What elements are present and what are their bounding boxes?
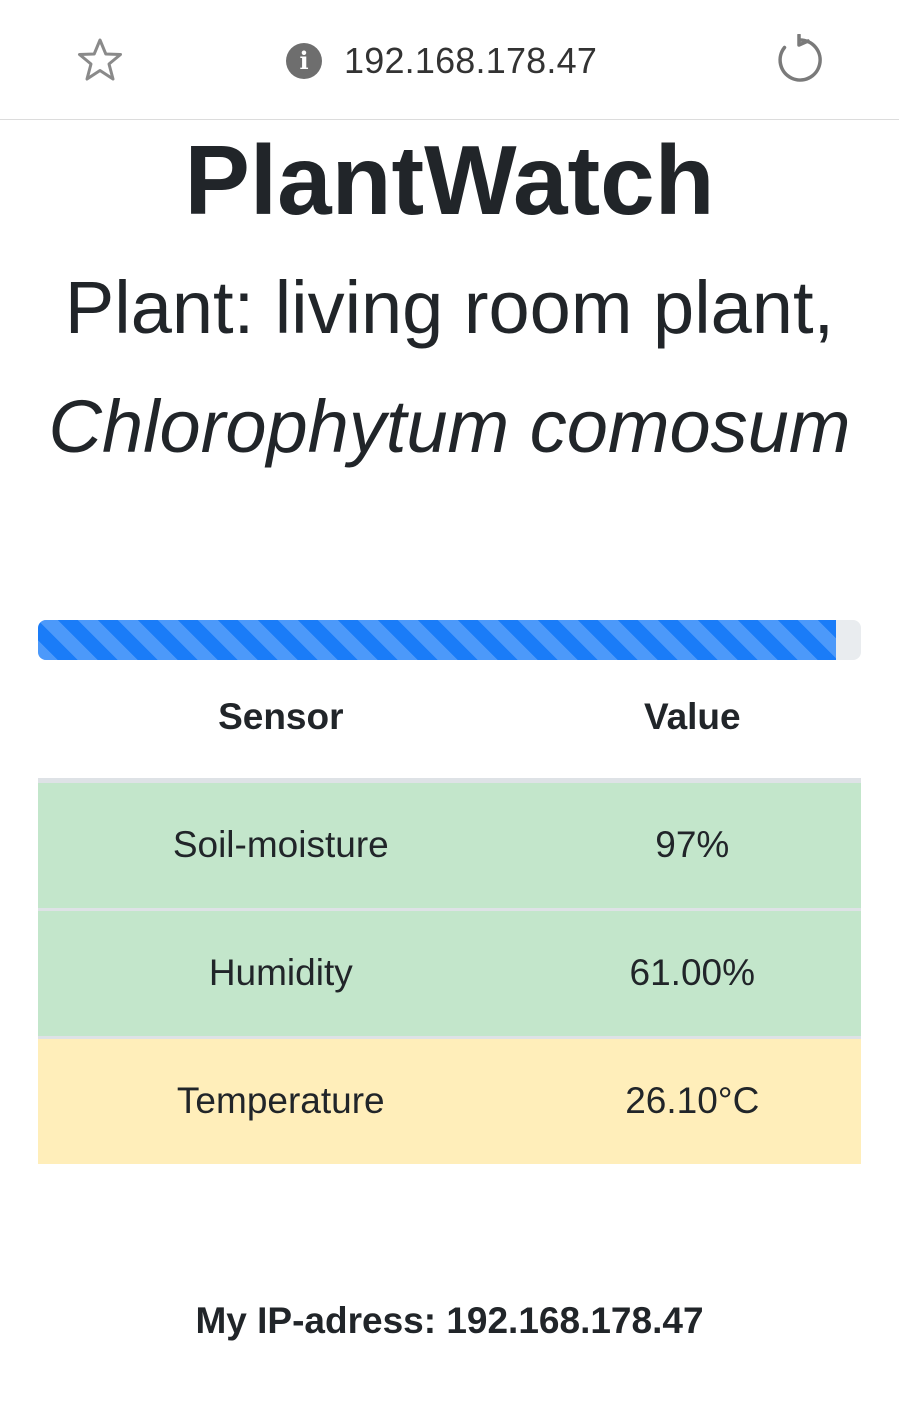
header-value: Value [523, 660, 861, 783]
url-field[interactable]: i 192.168.178.47 [286, 38, 597, 84]
table-header-row: Sensor Value [38, 660, 861, 783]
plant-species: Chlorophytum comosum [48, 385, 851, 468]
info-icon[interactable]: i [286, 43, 322, 79]
table-row-temperature: Temperature 26.10°C [38, 1035, 861, 1164]
sensor-value: 26.10°C [523, 1035, 861, 1164]
sensor-value: 61.00% [523, 907, 861, 1037]
ip-address-text: My IP-adress: 192.168.178.47 [195, 1300, 704, 1341]
page-content: PlantWatch Plant: living room plant, Chl… [0, 120, 899, 1341]
plant-name: Plant: living room plant, [64, 266, 835, 349]
sensor-name: Soil-moisture [38, 778, 524, 909]
url-text: 192.168.178.47 [344, 40, 598, 81]
progress-bar-fill [38, 620, 837, 660]
reload-icon[interactable] [774, 33, 826, 86]
browser-address-bar: i 192.168.178.47 [0, 0, 899, 120]
page-title: PlantWatch [184, 125, 715, 235]
sensor-table: Sensor Value Soil-moisture 97% Humidity … [38, 660, 861, 1164]
sensor-name: Temperature [38, 1035, 524, 1164]
table-row-humidity: Humidity 61.00% [38, 907, 861, 1037]
soil-moisture-progress [38, 620, 861, 660]
plant-subtitle: Plant: living room plant, Chlorophytum c… [20, 248, 880, 486]
bookmark-star-icon[interactable] [76, 37, 124, 85]
sensor-value: 97% [523, 778, 861, 909]
table-row-soil-moisture: Soil-moisture 97% [38, 778, 861, 909]
sensor-name: Humidity [38, 907, 524, 1037]
header-sensor: Sensor [38, 660, 524, 783]
